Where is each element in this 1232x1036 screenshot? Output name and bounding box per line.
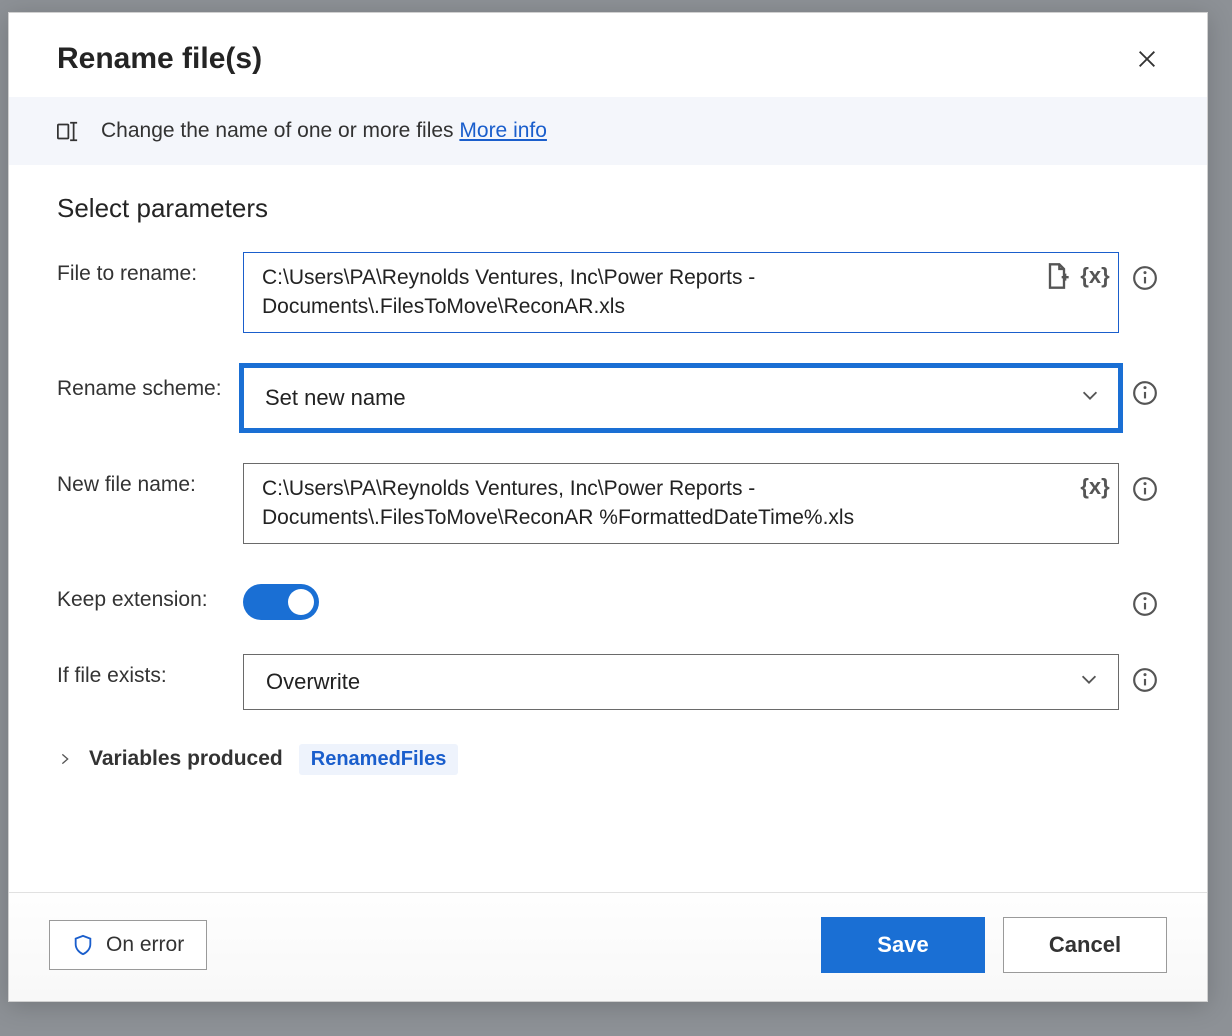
keep-extension-info-icon[interactable] xyxy=(1131,590,1159,618)
close-button[interactable] xyxy=(1127,39,1167,79)
variable-chip-renamedfiles[interactable]: RenamedFiles xyxy=(299,744,459,775)
variable-picker-icon[interactable]: {x} xyxy=(1081,262,1109,290)
on-error-button[interactable]: On error xyxy=(49,920,207,970)
rename-scheme-label: Rename scheme: xyxy=(57,367,243,401)
if-file-exists-label: If file exists: xyxy=(57,654,243,688)
new-file-name-input[interactable]: C:\Users\PA\Reynolds Ventures, Inc\Power… xyxy=(243,463,1119,544)
if-file-exists-select[interactable]: Overwrite xyxy=(243,654,1119,710)
variable-picker-icon[interactable]: {x} xyxy=(1081,473,1109,501)
new-file-name-label: New file name: xyxy=(57,463,243,497)
rename-scheme-value: Set new name xyxy=(265,385,406,411)
param-new-file-name: New file name: C:\Users\PA\Reynolds Vent… xyxy=(57,463,1159,544)
rename-scheme-info-icon[interactable] xyxy=(1131,379,1159,407)
select-parameters-heading: Select parameters xyxy=(57,193,1159,224)
info-bar: Change the name of one or more files Mor… xyxy=(9,97,1207,165)
keep-extension-label: Keep extension: xyxy=(57,578,243,612)
keep-extension-toggle[interactable] xyxy=(243,584,319,620)
chevron-down-icon xyxy=(1078,668,1100,696)
more-info-link[interactable]: More info xyxy=(459,119,547,142)
new-file-name-info-icon[interactable] xyxy=(1131,475,1159,503)
info-description: Change the name of one or more files Mor… xyxy=(101,119,547,143)
if-file-exists-info-icon[interactable] xyxy=(1131,666,1159,694)
rename-icon xyxy=(57,120,85,142)
chevron-down-icon xyxy=(1079,384,1101,412)
dialog-title: Rename file(s) xyxy=(57,42,262,76)
dialog-header: Rename file(s) xyxy=(9,13,1207,97)
save-button[interactable]: Save xyxy=(821,917,985,973)
if-file-exists-value: Overwrite xyxy=(266,669,360,695)
param-keep-extension: Keep extension: xyxy=(57,578,1159,620)
variables-produced-row[interactable]: Variables produced RenamedFiles xyxy=(57,744,1159,775)
toggle-knob xyxy=(288,589,314,615)
close-icon xyxy=(1136,48,1158,70)
on-error-label: On error xyxy=(106,933,184,957)
rename-scheme-select[interactable]: Set new name xyxy=(243,367,1119,429)
dialog-body: Select parameters File to rename: C:\Use… xyxy=(9,165,1207,892)
file-to-rename-label: File to rename: xyxy=(57,252,243,286)
rename-files-dialog: Rename file(s) Change the name of one or… xyxy=(8,12,1208,1002)
shield-icon xyxy=(72,934,94,956)
file-to-rename-info-icon[interactable] xyxy=(1131,264,1159,292)
chevron-right-icon xyxy=(57,751,73,767)
dialog-footer: On error Save Cancel xyxy=(9,892,1207,1001)
param-rename-scheme: Rename scheme: Set new name xyxy=(57,367,1159,429)
file-to-rename-input[interactable]: C:\Users\PA\Reynolds Ventures, Inc\Power… xyxy=(243,252,1119,333)
cancel-button[interactable]: Cancel xyxy=(1003,917,1167,973)
param-if-file-exists: If file exists: Overwrite xyxy=(57,654,1159,710)
select-file-icon[interactable] xyxy=(1043,262,1071,290)
param-file-to-rename: File to rename: C:\Users\PA\Reynolds Ven… xyxy=(57,252,1159,333)
variables-produced-label: Variables produced xyxy=(89,747,283,771)
